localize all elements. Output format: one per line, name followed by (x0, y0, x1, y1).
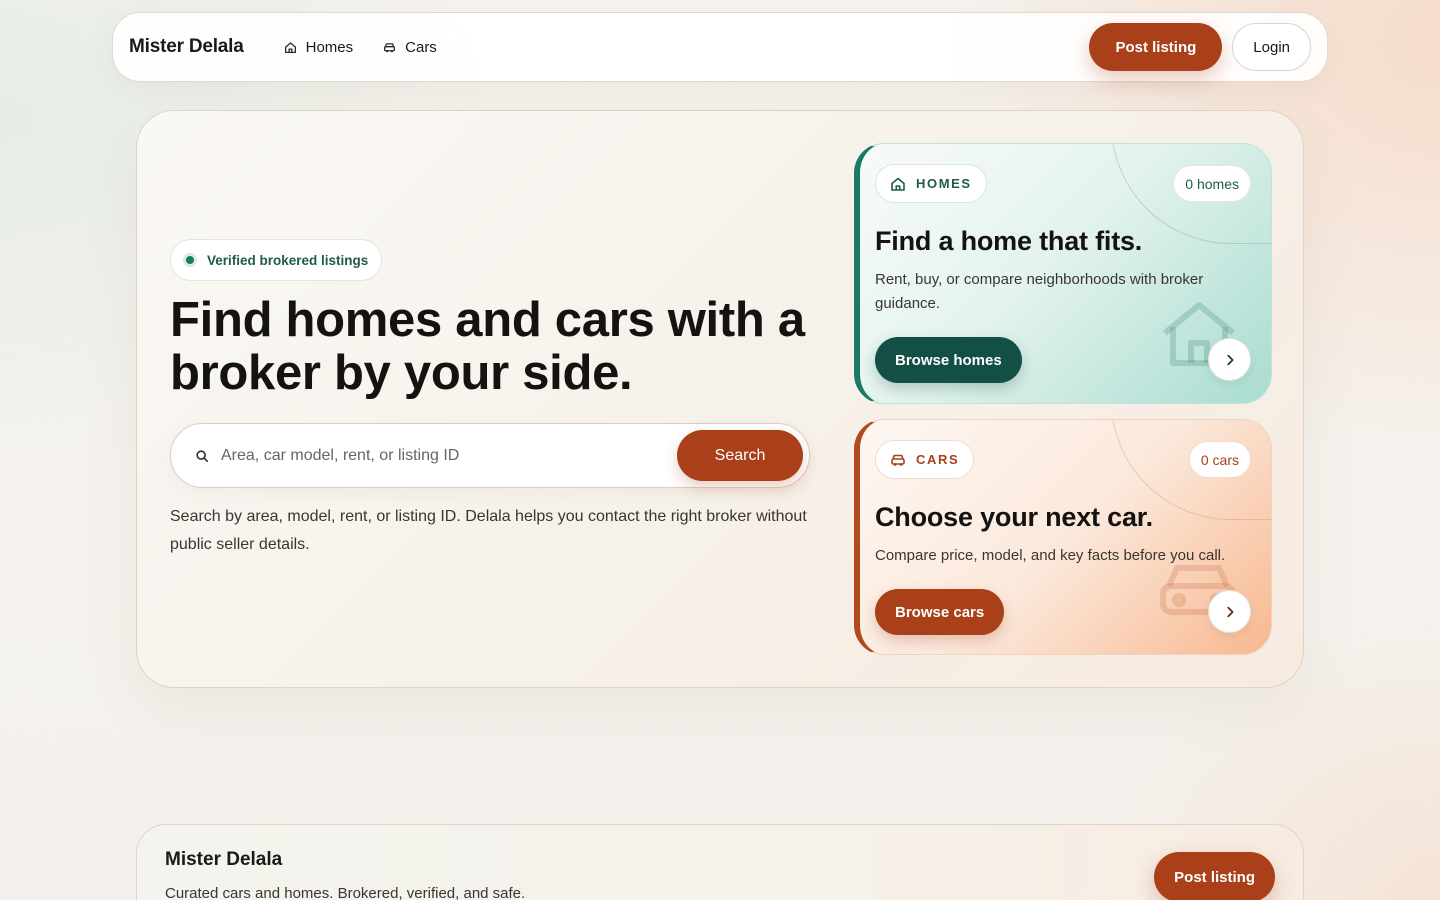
search-input[interactable] (221, 446, 677, 465)
search-bar: Search (170, 423, 810, 488)
hero-panel: Verified brokered listings Find homes an… (136, 110, 1304, 688)
car-icon (891, 454, 905, 466)
login-button[interactable]: Login (1232, 23, 1311, 71)
chevron-right-icon (1226, 354, 1233, 365)
page-title: Find homes and cars with a broker by you… (170, 293, 805, 400)
cars-arrow-button[interactable] (1208, 590, 1251, 633)
cars-count-badge: 0 cars (1188, 441, 1251, 478)
search-button[interactable]: Search (677, 430, 803, 481)
home-icon (891, 177, 905, 191)
homes-card[interactable]: HOMES 0 homes Find a home that fits. Ren… (854, 143, 1272, 404)
chevron-right-icon (1226, 606, 1233, 617)
browse-cars-button[interactable]: Browse cars (875, 589, 1005, 635)
hero-description: Search by area, model, rent, or listing … (170, 508, 807, 553)
homes-count-badge: 0 homes (1173, 165, 1251, 202)
homes-card-description: Rent, buy, or compare neighborhoods with… (875, 271, 1204, 312)
nav-link-label: Cars (405, 38, 437, 56)
footer-post-listing-button[interactable]: Post listing (1154, 852, 1275, 900)
top-nav: Mister Delala Homes Cars Post listing Lo… (112, 12, 1328, 82)
car-icon (384, 42, 396, 52)
footer-tagline: Curated cars and homes. Brokered, verifi… (165, 885, 526, 900)
browse-homes-button[interactable]: Browse homes (875, 337, 1022, 383)
nav-link-homes[interactable]: Homes (284, 38, 354, 56)
chip-label: HOMES (916, 176, 972, 191)
chip-label: CARS (916, 452, 960, 467)
home-icon (284, 41, 296, 53)
brand-logo[interactable]: Mister Delala (129, 36, 244, 58)
cars-category-chip: CARS (875, 440, 975, 479)
cars-card-description: Compare price, model, and key facts befo… (875, 547, 1226, 564)
cars-card-title: Choose your next car. (875, 502, 1153, 532)
homes-card-title: Find a home that fits. (875, 226, 1143, 256)
post-listing-button[interactable]: Post listing (1089, 23, 1223, 71)
cars-card[interactable]: CARS 0 cars Choose your next car. Compar… (854, 419, 1272, 655)
nav-link-cars[interactable]: Cars (383, 39, 437, 56)
footer: Mister Delala Curated cars and homes. Br… (136, 824, 1304, 900)
footer-brand: Mister Delala (165, 849, 283, 870)
homes-category-chip: HOMES (875, 164, 987, 203)
homes-arrow-button[interactable] (1208, 338, 1251, 381)
verified-badge: Verified brokered listings (170, 239, 383, 281)
search-icon (196, 449, 209, 462)
verified-badge-label: Verified brokered listings (207, 252, 369, 268)
nav-link-label: Homes (305, 38, 354, 56)
status-dot-icon (183, 253, 197, 267)
